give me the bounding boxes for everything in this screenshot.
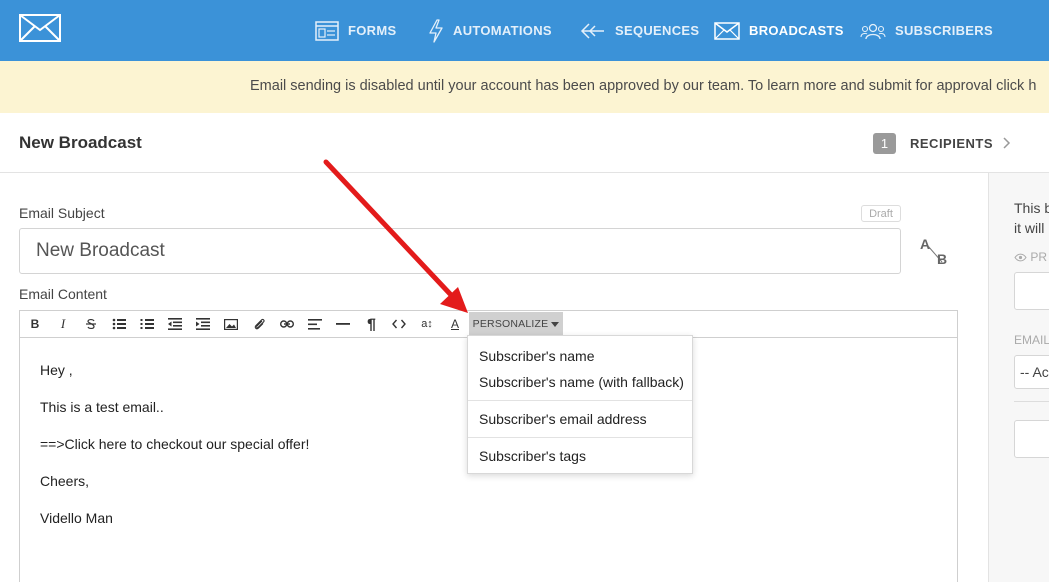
content-line-offer-link[interactable]: ==>Click here to checkout our special of… <box>40 436 309 452</box>
pilcrow-icon <box>367 318 376 331</box>
email-content-label: Email Content <box>19 286 107 302</box>
content-line-greeting: Hey , <box>40 362 73 378</box>
envelope-logo-icon[interactable] <box>19 14 61 42</box>
email-subject-input[interactable] <box>19 228 901 274</box>
paperclip-icon <box>254 318 265 329</box>
page-title: New Broadcast <box>19 133 142 152</box>
preview-label-text: PR <box>1030 250 1048 264</box>
nav-subscribers-label: SUBSCRIBERS <box>895 23 993 38</box>
content-line-body: This is a test email.. <box>40 399 164 415</box>
indent-button[interactable] <box>194 315 212 333</box>
email-select[interactable]: -- Ac <box>1014 355 1049 389</box>
link-button[interactable] <box>278 315 296 333</box>
nav-broadcasts-label: BROADCASTS <box>749 23 844 38</box>
personalize-label: PERSONALIZE <box>472 318 549 330</box>
right-panel-text-1: This b <box>1014 200 1049 216</box>
nav-sequences-label: SEQUENCES <box>615 23 700 38</box>
personalize-dropdown-button[interactable]: PERSONALIZE <box>469 312 563 336</box>
lightning-icon <box>429 18 443 43</box>
nav-broadcasts[interactable]: BROADCASTS <box>714 0 844 61</box>
menu-item-subscriber-name[interactable]: Subscriber's name <box>479 348 595 364</box>
image-icon <box>224 318 238 330</box>
preview-input[interactable] <box>1014 272 1049 310</box>
envelope-icon <box>714 21 740 40</box>
menu-divider <box>468 400 692 401</box>
outdent-button[interactable] <box>166 315 184 333</box>
text-size-button[interactable]: a↕ <box>418 315 436 333</box>
code-icon <box>392 319 406 329</box>
preview-label: PR <box>1014 250 1047 264</box>
email-subject-label: Email Subject <box>19 205 105 221</box>
sequence-arrows-icon <box>580 22 604 39</box>
italic-button[interactable]: I <box>54 315 72 333</box>
editor-toolbar: B I a↕ A PERSONALIZE <box>20 311 957 338</box>
form-icon <box>315 20 339 41</box>
right-panel-divider <box>1014 401 1049 402</box>
content-line-signoff: Cheers, <box>40 473 90 489</box>
font-color-button[interactable]: A <box>446 315 464 333</box>
ab-test-b: B <box>937 251 948 267</box>
nav-sequences[interactable]: SEQUENCES <box>580 0 699 61</box>
nav-subscribers[interactable]: SUBSCRIBERS <box>860 0 993 61</box>
page-header: New Broadcast 1 RECIPIENTS <box>0 113 1049 173</box>
align-left-icon <box>308 318 322 330</box>
link-icon <box>280 320 294 328</box>
code-view-button[interactable] <box>390 315 408 333</box>
nav-forms[interactable]: FORMS <box>315 0 396 61</box>
image-button[interactable] <box>222 315 240 333</box>
outdent-icon <box>168 318 182 330</box>
strikethrough-icon <box>86 318 96 330</box>
caret-down-icon <box>551 321 560 327</box>
menu-item-subscriber-tags[interactable]: Subscriber's tags <box>479 448 586 464</box>
attach-button[interactable] <box>250 315 268 333</box>
paragraph-button[interactable] <box>362 315 380 333</box>
eye-icon <box>1014 253 1027 262</box>
right-panel-button[interactable] <box>1014 420 1049 458</box>
bullet-list-icon <box>112 318 126 330</box>
nav-automations[interactable]: AUTOMATIONS <box>428 0 552 61</box>
menu-item-subscriber-email[interactable]: Subscriber's email address <box>479 411 647 427</box>
nav-automations-label: AUTOMATIONS <box>453 23 552 38</box>
menu-item-subscriber-name-fallback[interactable]: Subscriber's name (with fallback) <box>479 374 684 390</box>
step-recipients[interactable]: RECIPIENTS <box>910 136 993 151</box>
numbered-list-button[interactable] <box>138 315 156 333</box>
content-line-signature: Vidello Man <box>40 510 113 526</box>
banner-text[interactable]: Email sending is disabled until your acc… <box>250 78 1036 94</box>
step-number-badge: 1 <box>873 133 896 154</box>
approval-notice-banner: Email sending is disabled until your acc… <box>0 61 1049 113</box>
bold-button[interactable]: B <box>26 315 44 333</box>
numbered-list-icon <box>140 319 154 329</box>
chevron-right-icon[interactable] <box>1003 137 1011 149</box>
top-nav: FORMS AUTOMATIONS SEQUENCES BROADCASTS S… <box>0 0 1049 61</box>
nav-forms-label: FORMS <box>348 23 397 38</box>
horizontal-rule-button[interactable] <box>334 315 352 333</box>
ab-test-icon[interactable]: A B <box>918 236 952 270</box>
email-label: EMAIL <box>1014 333 1049 347</box>
indent-icon <box>196 318 210 330</box>
horizontal-rule-icon <box>336 323 350 325</box>
draft-badge: Draft <box>861 205 901 222</box>
bullet-list-button[interactable] <box>110 315 128 333</box>
right-panel-text-2: it will <box>1014 220 1045 236</box>
align-button[interactable] <box>306 315 324 333</box>
personalize-menu: Subscriber's name Subscriber's name (wit… <box>467 335 693 474</box>
users-icon <box>860 23 886 39</box>
right-panel: This b it will PR EMAIL -- Ac <box>988 173 1049 582</box>
menu-divider <box>468 437 692 438</box>
strikethrough-button[interactable] <box>82 315 100 333</box>
